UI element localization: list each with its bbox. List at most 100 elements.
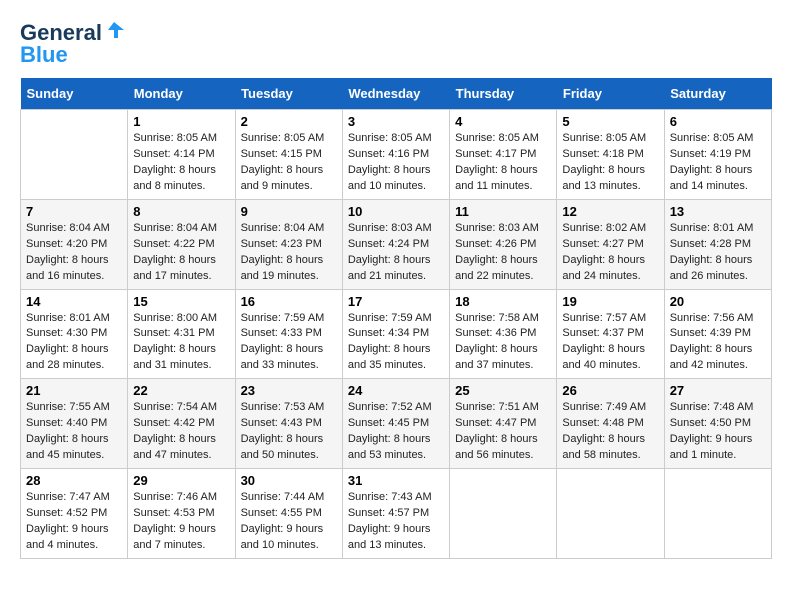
calendar-cell: 16Sunrise: 7:59 AMSunset: 4:33 PMDayligh… (235, 289, 342, 379)
day-number: 9 (241, 204, 337, 219)
calendar-cell: 3 Sunrise: 8:05 AMSunset: 4:16 PMDaylight… (342, 110, 449, 200)
day-number: 1 (133, 114, 229, 129)
day-info: Sunrise: 8:05 AMSunset: 4:19 PMDaylight:… (670, 131, 766, 195)
day-info: Sunrise: 7:52 AMSunset: 4:45 PMDaylight:… (348, 400, 444, 464)
day-number: 4 (455, 114, 551, 129)
calendar-week-1: 1 Sunrise: 8:05 AMSunset: 4:14 PMDaylight… (21, 110, 772, 200)
header-tuesday: Tuesday (235, 78, 342, 110)
calendar-cell: 8Sunrise: 8:04 AMSunset: 4:22 PMDaylight… (128, 199, 235, 289)
day-info: Sunrise: 8:05 AMSunset: 4:18 PMDaylight:… (562, 131, 658, 195)
calendar-cell (664, 469, 771, 559)
page-header: General Blue (20, 20, 772, 68)
logo-blue: Blue (20, 42, 68, 68)
calendar-cell: 18 Sunrise: 7:58 AMSunset: 4:36 PMDayligh… (450, 289, 557, 379)
calendar-cell: 30 Sunrise: 7:44 AMSunset: 4:55 PMDayligh… (235, 469, 342, 559)
calendar-cell: 6 Sunrise: 8:05 AMSunset: 4:19 PMDaylight… (664, 110, 771, 200)
day-info: Sunrise: 7:59 AMSunset: 4:33 PMDaylight:… (241, 311, 337, 375)
header-saturday: Saturday (664, 78, 771, 110)
day-info: Sunrise: 7:55 AMSunset: 4:40 PMDaylight:… (26, 400, 122, 464)
day-info: Sunrise: 8:00 AMSunset: 4:31 PMDaylight:… (133, 311, 229, 375)
calendar-cell: 31Sunrise: 7:43 AMSunset: 4:57 PMDayligh… (342, 469, 449, 559)
day-number: 2 (241, 114, 337, 129)
day-number: 27 (670, 383, 766, 398)
day-number: 23 (241, 383, 337, 398)
calendar-cell: 7 Sunrise: 8:04 AMSunset: 4:20 PMDaylight… (21, 199, 128, 289)
calendar-cell: 14 Sunrise: 8:01 AMSunset: 4:30 PMDayligh… (21, 289, 128, 379)
day-number: 26 (562, 383, 658, 398)
header-sunday: Sunday (21, 78, 128, 110)
calendar-cell: 20 Sunrise: 7:56 AMSunset: 4:39 PMDayligh… (664, 289, 771, 379)
day-info: Sunrise: 7:48 AMSunset: 4:50 PMDaylight:… (670, 400, 766, 464)
calendar-cell: 21 Sunrise: 7:55 AMSunset: 4:40 PMDayligh… (21, 379, 128, 469)
day-info: Sunrise: 8:01 AMSunset: 4:28 PMDaylight:… (670, 221, 766, 285)
day-info: Sunrise: 7:44 AMSunset: 4:55 PMDaylight:… (241, 490, 337, 554)
day-number: 13 (670, 204, 766, 219)
calendar-week-5: 28 Sunrise: 7:47 AMSunset: 4:52 PMDayligh… (21, 469, 772, 559)
day-number: 8 (133, 204, 229, 219)
day-info: Sunrise: 8:05 AMSunset: 4:17 PMDaylight:… (455, 131, 551, 195)
day-number: 10 (348, 204, 444, 219)
calendar-cell: 5 Sunrise: 8:05 AMSunset: 4:18 PMDaylight… (557, 110, 664, 200)
day-info: Sunrise: 7:56 AMSunset: 4:39 PMDaylight:… (670, 311, 766, 375)
day-info: Sunrise: 7:53 AMSunset: 4:43 PMDaylight:… (241, 400, 337, 464)
calendar-cell (557, 469, 664, 559)
day-info: Sunrise: 8:04 AMSunset: 4:23 PMDaylight:… (241, 221, 337, 285)
day-info: Sunrise: 7:47 AMSunset: 4:52 PMDaylight:… (26, 490, 122, 554)
day-info: Sunrise: 7:58 AMSunset: 4:36 PMDaylight:… (455, 311, 551, 375)
calendar-cell: 1 Sunrise: 8:05 AMSunset: 4:14 PMDaylight… (128, 110, 235, 200)
calendar-cell: 17 Sunrise: 7:59 AMSunset: 4:34 PMDayligh… (342, 289, 449, 379)
day-number: 19 (562, 294, 658, 309)
day-info: Sunrise: 8:05 AMSunset: 4:16 PMDaylight:… (348, 131, 444, 195)
day-info: Sunrise: 8:01 AMSunset: 4:30 PMDaylight:… (26, 311, 122, 375)
calendar-table: SundayMondayTuesdayWednesdayThursdayFrid… (20, 78, 772, 559)
header-thursday: Thursday (450, 78, 557, 110)
calendar-header-row: SundayMondayTuesdayWednesdayThursdayFrid… (21, 78, 772, 110)
calendar-cell: 22Sunrise: 7:54 AMSunset: 4:42 PMDayligh… (128, 379, 235, 469)
day-info: Sunrise: 8:03 AMSunset: 4:26 PMDaylight:… (455, 221, 551, 285)
calendar-cell: 9 Sunrise: 8:04 AMSunset: 4:23 PMDaylight… (235, 199, 342, 289)
day-number: 24 (348, 383, 444, 398)
day-number: 28 (26, 473, 122, 488)
day-number: 12 (562, 204, 658, 219)
calendar-cell: 26 Sunrise: 7:49 AMSunset: 4:48 PMDayligh… (557, 379, 664, 469)
day-number: 18 (455, 294, 551, 309)
day-number: 30 (241, 473, 337, 488)
day-info: Sunrise: 8:03 AMSunset: 4:24 PMDaylight:… (348, 221, 444, 285)
day-number: 3 (348, 114, 444, 129)
day-info: Sunrise: 7:57 AMSunset: 4:37 PMDaylight:… (562, 311, 658, 375)
logo: General Blue (20, 20, 126, 68)
calendar-cell: 11 Sunrise: 8:03 AMSunset: 4:26 PMDayligh… (450, 199, 557, 289)
day-info: Sunrise: 7:49 AMSunset: 4:48 PMDaylight:… (562, 400, 658, 464)
day-info: Sunrise: 7:59 AMSunset: 4:34 PMDaylight:… (348, 311, 444, 375)
calendar-week-2: 7 Sunrise: 8:04 AMSunset: 4:20 PMDaylight… (21, 199, 772, 289)
calendar-cell: 12Sunrise: 8:02 AMSunset: 4:27 PMDayligh… (557, 199, 664, 289)
calendar-cell: 23 Sunrise: 7:53 AMSunset: 4:43 PMDayligh… (235, 379, 342, 469)
day-info: Sunrise: 7:43 AMSunset: 4:57 PMDaylight:… (348, 490, 444, 554)
day-number: 21 (26, 383, 122, 398)
calendar-cell: 25Sunrise: 7:51 AMSunset: 4:47 PMDayligh… (450, 379, 557, 469)
day-info: Sunrise: 8:05 AMSunset: 4:14 PMDaylight:… (133, 131, 229, 195)
calendar-cell: 19 Sunrise: 7:57 AMSunset: 4:37 PMDayligh… (557, 289, 664, 379)
calendar-cell: 24 Sunrise: 7:52 AMSunset: 4:45 PMDayligh… (342, 379, 449, 469)
header-monday: Monday (128, 78, 235, 110)
calendar-cell: 4 Sunrise: 8:05 AMSunset: 4:17 PMDaylight… (450, 110, 557, 200)
day-number: 14 (26, 294, 122, 309)
day-number: 5 (562, 114, 658, 129)
day-number: 22 (133, 383, 229, 398)
header-wednesday: Wednesday (342, 78, 449, 110)
header-friday: Friday (557, 78, 664, 110)
day-number: 7 (26, 204, 122, 219)
calendar-cell: 10 Sunrise: 8:03 AMSunset: 4:24 PMDayligh… (342, 199, 449, 289)
day-number: 17 (348, 294, 444, 309)
day-number: 6 (670, 114, 766, 129)
day-number: 20 (670, 294, 766, 309)
day-info: Sunrise: 8:04 AMSunset: 4:20 PMDaylight:… (26, 221, 122, 285)
calendar-cell: 13 Sunrise: 8:01 AMSunset: 4:28 PMDayligh… (664, 199, 771, 289)
day-number: 25 (455, 383, 551, 398)
calendar-cell: 28 Sunrise: 7:47 AMSunset: 4:52 PMDayligh… (21, 469, 128, 559)
day-number: 11 (455, 204, 551, 219)
calendar-cell: 2Sunrise: 8:05 AMSunset: 4:15 PMDaylight… (235, 110, 342, 200)
day-info: Sunrise: 7:46 AMSunset: 4:53 PMDaylight:… (133, 490, 229, 554)
calendar-cell: 29Sunrise: 7:46 AMSunset: 4:53 PMDayligh… (128, 469, 235, 559)
day-number: 15 (133, 294, 229, 309)
